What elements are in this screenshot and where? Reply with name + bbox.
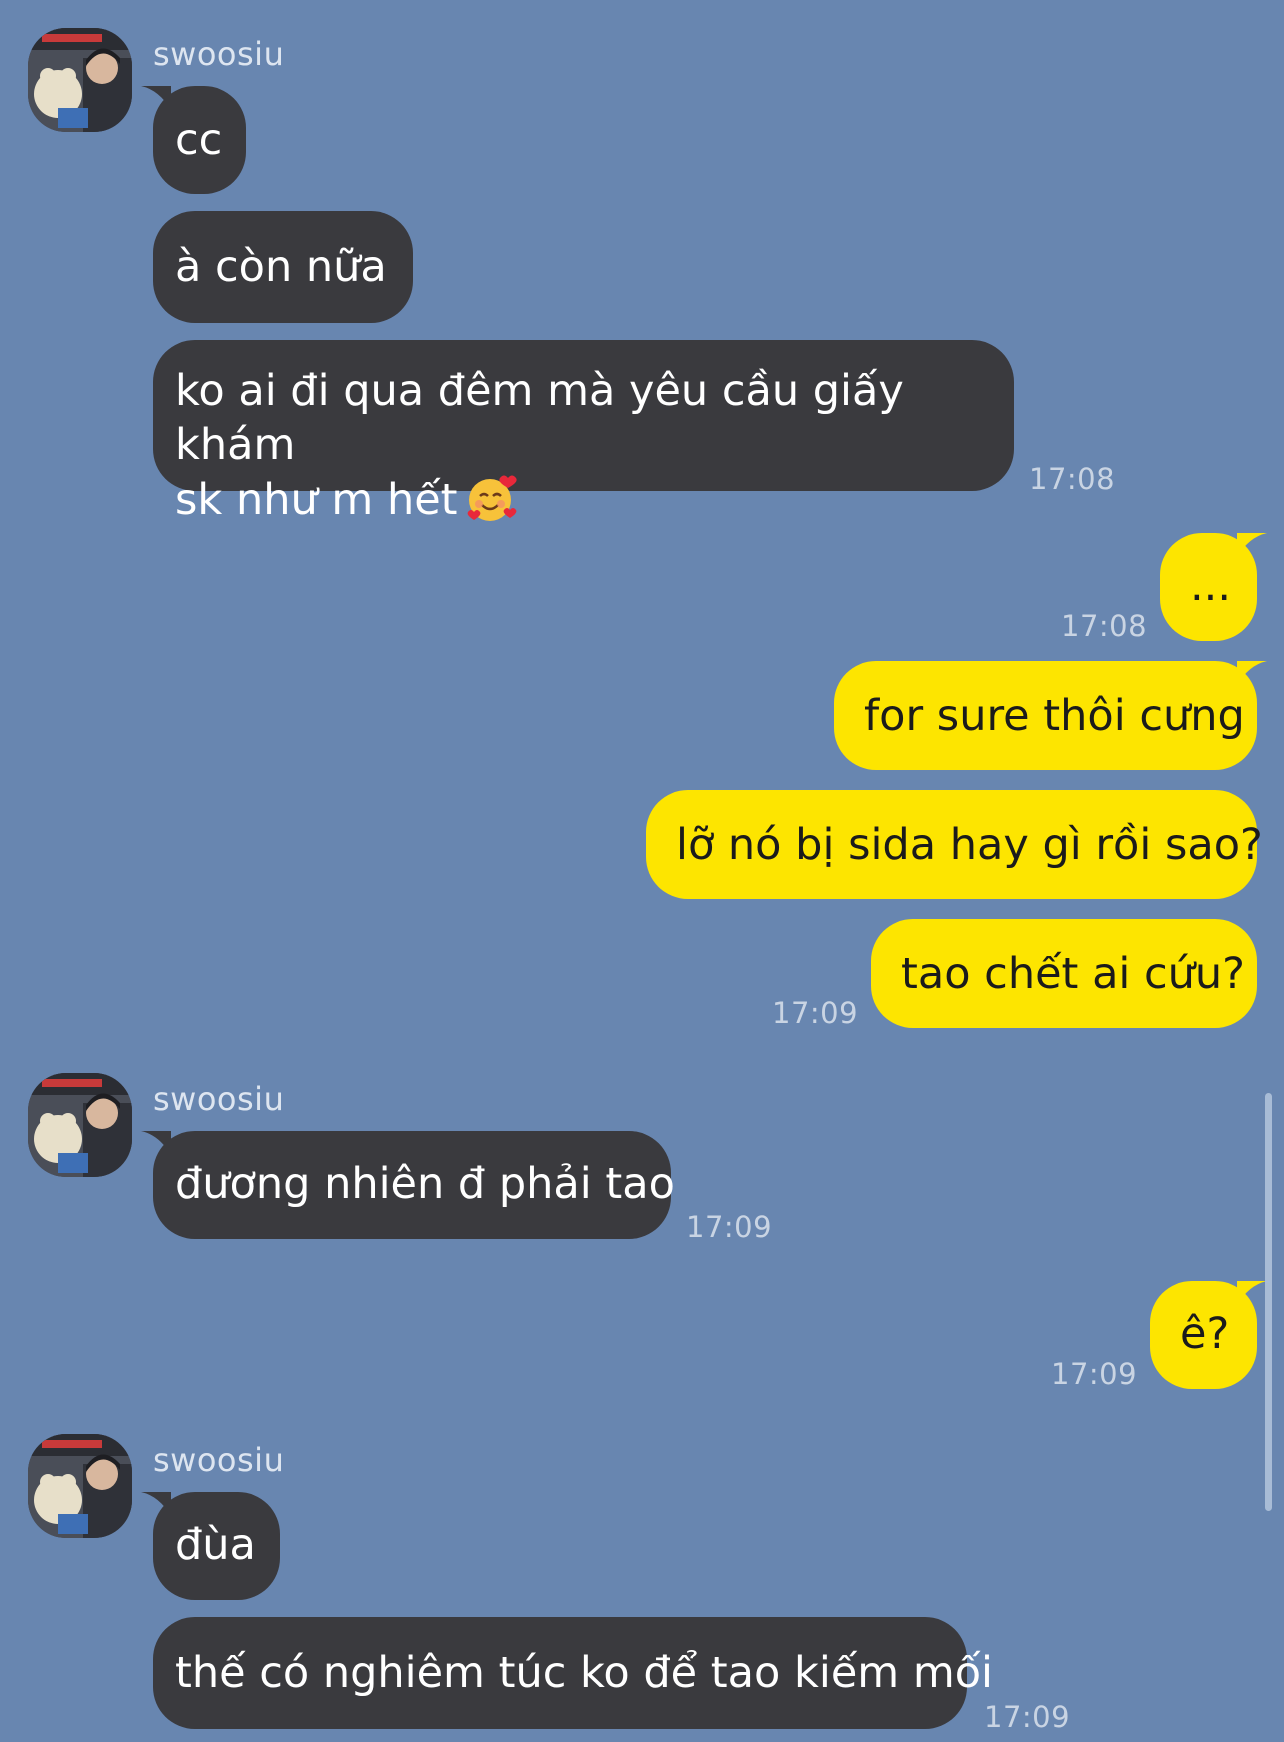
scrollbar[interactable] xyxy=(1265,1093,1272,1511)
message-timestamp: 17:09 xyxy=(772,996,859,1030)
message-bubble[interactable]: à còn nữa xyxy=(153,211,413,323)
avatar-photo-icon xyxy=(28,1434,132,1538)
bubble-tail xyxy=(1237,661,1267,685)
sender-name: swoosiu xyxy=(153,1441,285,1479)
avatar-photo-icon xyxy=(28,28,132,132)
sender-name: swoosiu xyxy=(153,35,285,73)
message-text: cc xyxy=(175,115,223,165)
contact-avatar[interactable] xyxy=(28,28,132,132)
bubble-tail xyxy=(141,86,171,110)
message-bubble[interactable]: đương nhiên đ phải tao xyxy=(141,1131,675,1239)
message-text-line: sk như m hết xyxy=(175,472,988,527)
message-bubble[interactable]: thế có nghiêm túc ko để tao kiếm mối xyxy=(153,1617,993,1729)
smiling-face-with-hearts-icon xyxy=(467,475,517,521)
message-bubble[interactable]: ê? xyxy=(1150,1281,1267,1389)
message-text: thế có nghiêm túc ko để tao kiếm mối xyxy=(175,1648,993,1698)
contact-avatar[interactable] xyxy=(28,1073,132,1177)
message-text-line: ko ai đi qua đêm mà yêu cầu giấy khám xyxy=(175,366,904,470)
message-timestamp: 17:08 xyxy=(1061,609,1148,643)
message-text: ê? xyxy=(1180,1309,1230,1359)
sender-name: swoosiu xyxy=(153,1080,285,1118)
message-timestamp: 17:09 xyxy=(1051,1357,1138,1391)
message-text: tao chết ai cứu? xyxy=(901,949,1245,999)
contact-avatar[interactable] xyxy=(28,1434,132,1538)
bubble-tail xyxy=(141,1131,171,1155)
avatar-photo-icon xyxy=(28,1073,132,1177)
message-text: đương nhiên đ phải tao xyxy=(175,1159,675,1209)
message-text: ... xyxy=(1190,561,1232,611)
message-bubble[interactable]: đùa xyxy=(141,1492,280,1600)
message-timestamp: 17:09 xyxy=(984,1700,1071,1734)
message-timestamp: 17:09 xyxy=(686,1210,773,1244)
message-bubble[interactable]: cc xyxy=(141,86,247,194)
message-text: for sure thôi cưng xyxy=(864,691,1245,741)
message-timestamp: 17:08 xyxy=(1029,462,1116,496)
message-bubble[interactable]: lỡ nó bị sida hay gì rồi sao? xyxy=(646,790,1263,899)
bubble-tail xyxy=(1237,533,1267,557)
message-bubble[interactable]: ... xyxy=(1160,533,1267,641)
bubble-tail xyxy=(141,1492,171,1516)
message-bubble[interactable]: tao chết ai cứu? xyxy=(871,919,1257,1028)
message-text: à còn nữa xyxy=(175,242,387,292)
chat-view[interactable]: swoosiu cc à còn nữa ko ai đi qua đêm mà… xyxy=(0,0,1284,1742)
message-bubble[interactable]: for sure thôi cưng xyxy=(834,661,1267,770)
message-text: đùa xyxy=(175,1520,256,1570)
bubble-tail xyxy=(1237,1281,1267,1305)
message-text: lỡ nó bị sida hay gì rồi sao? xyxy=(676,820,1263,870)
message-bubble[interactable]: ko ai đi qua đêm mà yêu cầu giấy khám sk… xyxy=(153,340,1014,525)
